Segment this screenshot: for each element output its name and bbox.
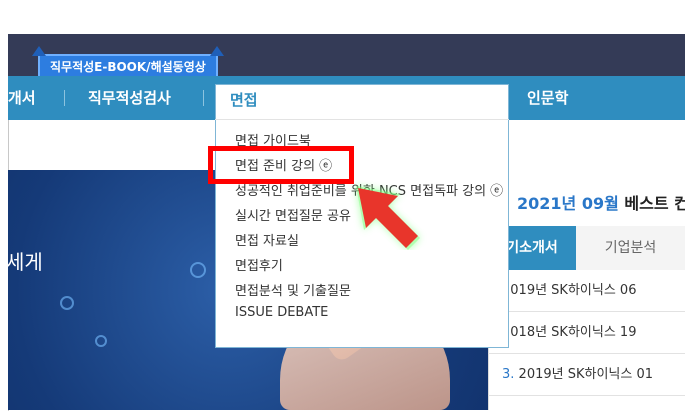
dropdown-item-materials[interactable]: 면접 자료실 (235, 230, 299, 249)
decor-dot (95, 335, 107, 347)
nav-item-interview[interactable]: 면접 (230, 89, 258, 110)
decor-dot (190, 262, 206, 278)
nav-item-aptitude[interactable]: 직무적성검사 (88, 76, 171, 120)
dropdown-divider (215, 119, 509, 120)
top-strip (8, 8, 685, 35)
dropdown-item-issue-debate[interactable]: ISSUE DEBATE (235, 305, 328, 320)
nav-separator (203, 90, 204, 106)
dropdown-item-reviews[interactable]: 면접후기 (235, 255, 283, 274)
pointer-arrow-icon (356, 186, 420, 250)
highlight-box (208, 146, 354, 184)
decor-dot (60, 296, 74, 310)
nav-item-humanities[interactable]: 인문학 (527, 76, 568, 120)
dropdown-item-analysis[interactable]: 면접분석 및 기출질문 (235, 280, 351, 299)
best-list-text: 2018년 SK하이닉스 19 (502, 325, 637, 340)
best-list-text: 2019년 SK하이닉스 01 (518, 367, 654, 382)
best-list-item[interactable]: 2018년 SK하이닉스 19 (488, 312, 685, 354)
best-list-item[interactable]: 3. 2019년 SK하이닉스 01 (488, 354, 685, 396)
best-title: 2021년 09월 베스트 컨 (517, 190, 685, 214)
best-title-date: 2021년 09월 (517, 194, 619, 213)
best-title-rest: 베스트 컨 (624, 194, 685, 213)
tab-company-analysis[interactable]: 기업분석 (576, 226, 685, 270)
hero-text: 세게 (6, 250, 43, 274)
best-list-item[interactable]: 2019년 SK하이닉스 06 (488, 270, 685, 312)
best-list-text: 2019년 SK하이닉스 06 (502, 283, 637, 298)
best-list-num: 3. (502, 367, 515, 382)
dropdown-item-realtime-questions[interactable]: 실시간 면접질문 공유 (235, 205, 351, 224)
nav-item-selfintro[interactable]: 개서 (8, 76, 36, 120)
nav-separator (64, 90, 65, 106)
